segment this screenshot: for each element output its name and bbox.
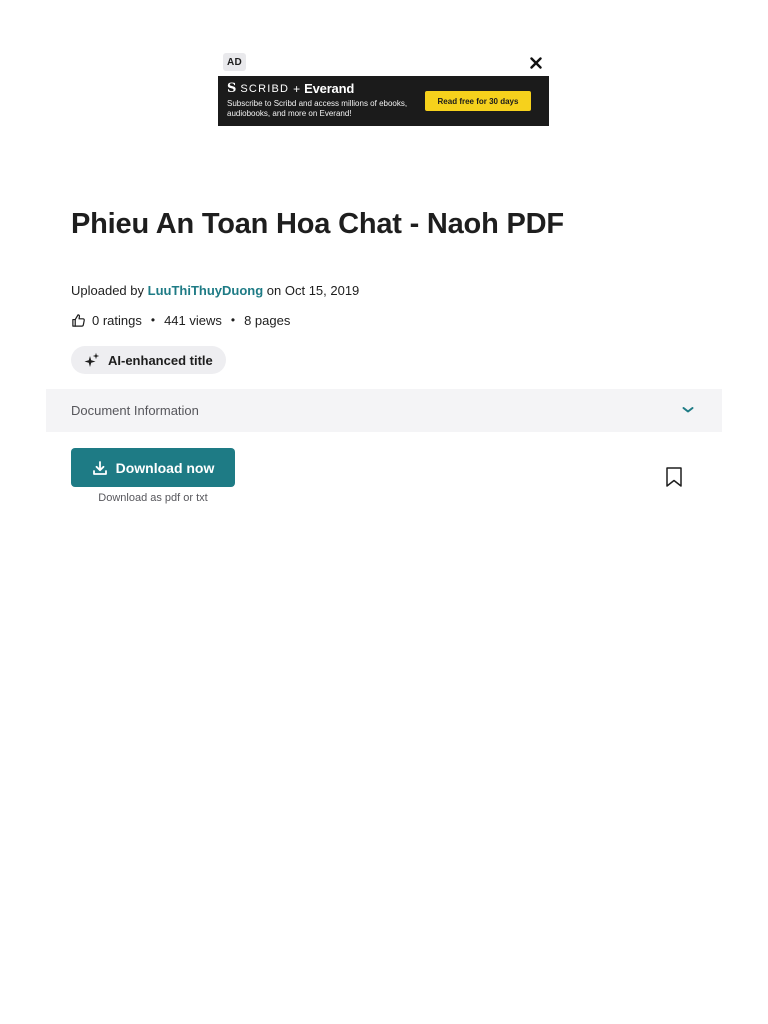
download-button-label: Download now <box>115 459 215 476</box>
separator-dot: • <box>230 313 236 327</box>
uploaded-by-label: Uploaded by <box>71 283 144 298</box>
sparkle-icon <box>84 352 100 368</box>
uploader-link[interactable]: LuuThiThuyDuong <box>148 283 264 298</box>
close-icon[interactable] <box>528 55 544 71</box>
bookmark-icon[interactable] <box>664 467 684 487</box>
document-information-toggle[interactable]: Document Information <box>46 389 722 432</box>
ad-cta-button[interactable]: Read free for 30 days <box>425 91 531 111</box>
separator-dot: • <box>150 313 156 327</box>
scribd-logo-icon: S <box>227 81 237 96</box>
views-count: 441 views <box>164 312 222 328</box>
page-title: Phieu An Toan Hoa Chat - Naoh PDF <box>71 208 564 240</box>
ad-label: AD <box>223 53 246 71</box>
upload-date: on Oct 15, 2019 <box>266 283 360 298</box>
ad-brand-everand: Everand <box>304 81 355 96</box>
ad-copy: Subscribe to Scribd and access millions … <box>227 99 408 118</box>
ad-brand-plus: + <box>293 81 301 96</box>
ratings-count: 0 ratings <box>92 312 142 328</box>
download-button[interactable]: Download now <box>71 448 235 487</box>
ad-brand: S SCRIBD + Everand <box>227 81 354 96</box>
ad-brand-scribd: SCRIBD <box>240 82 290 95</box>
pages-count: 8 pages <box>244 312 291 328</box>
ad-banner[interactable]: S SCRIBD + Everand Subscribe to Scribd a… <box>218 76 549 126</box>
stats-line: 0 ratings • 441 views • 8 pages <box>71 311 290 329</box>
download-subtext: Download as pdf or txt <box>98 492 208 504</box>
ai-enhanced-badge[interactable]: AI-enhanced title <box>71 346 226 374</box>
download-icon <box>92 460 108 476</box>
document-information-label: Document Information <box>71 403 199 418</box>
ai-badge-label: AI-enhanced title <box>108 352 213 368</box>
upload-info: Uploaded by LuuThiThuyDuong on Oct 15, 2… <box>71 283 359 298</box>
chevron-down-icon <box>681 404 695 416</box>
thumbs-up-icon[interactable] <box>71 313 86 328</box>
